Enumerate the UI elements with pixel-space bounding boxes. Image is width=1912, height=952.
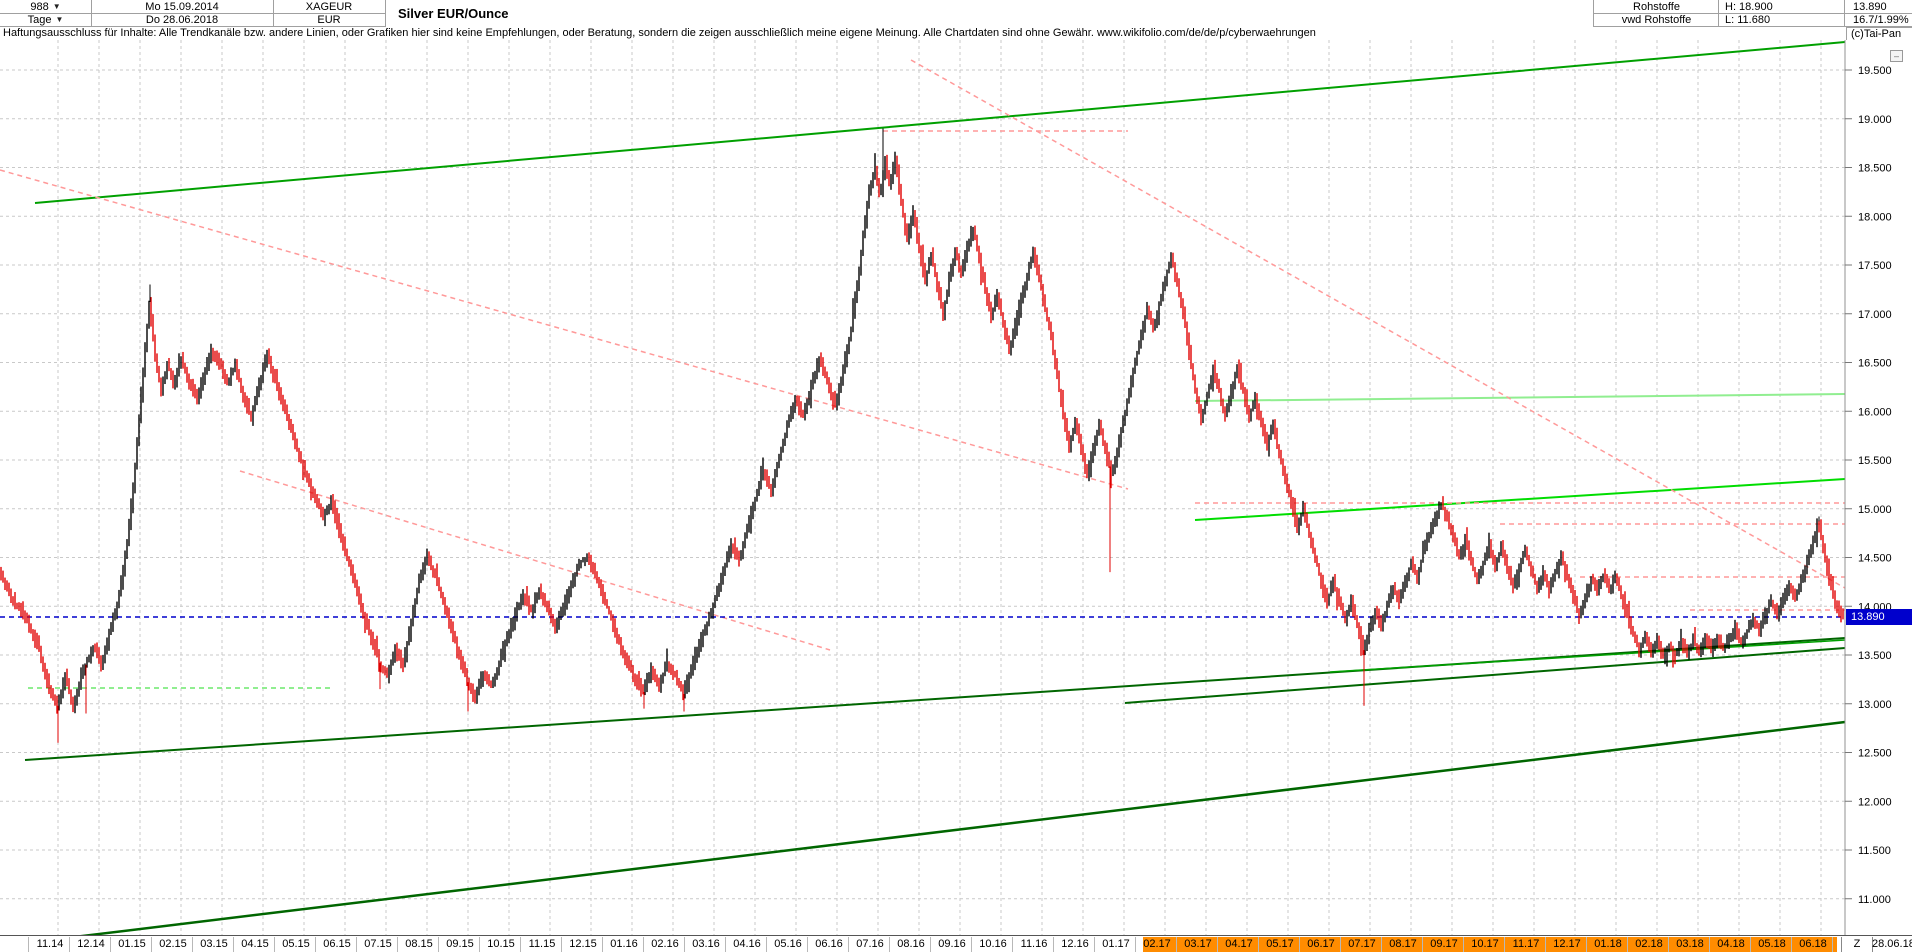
y-axis-label: 18.500 [1858, 163, 1892, 175]
month-label: 06.17 [1307, 938, 1335, 951]
y-axis-label: 14.500 [1858, 553, 1892, 565]
copyright-label: (c)Tai-Pan [1846, 27, 1912, 41]
taipan-chart-window: 988 ▼ Mo 15.09.2014 XAGEUR Silver EUR/Ou… [0, 0, 1912, 952]
month-label: 02.16 [651, 938, 679, 951]
y-axis-label: 17.500 [1858, 260, 1892, 272]
month-label: 05.16 [774, 938, 802, 951]
period-high: H: 18.900 [1718, 0, 1851, 14]
month-label: 12.17 [1553, 938, 1581, 951]
period-low: L: 11.680 [1718, 13, 1851, 27]
y-axis-label: 19.000 [1858, 114, 1892, 126]
bar-count-value: 988 [30, 1, 48, 13]
y-axis-label: 16.000 [1858, 406, 1892, 418]
month-label: 05.18 [1758, 938, 1786, 951]
y-axis-label: 11.000 [1858, 894, 1891, 906]
y-axis-label: 13.000 [1858, 699, 1892, 711]
current-price-tag: 13.890 [1846, 609, 1912, 625]
month-label: 08.15 [405, 938, 433, 951]
y-axis-label: 15.000 [1858, 504, 1892, 516]
month-label: 10.15 [487, 938, 515, 951]
month-label: 10.17 [1471, 938, 1499, 951]
month-label: 04.16 [733, 938, 761, 951]
period-value: Tage [28, 14, 52, 26]
y-axis-label: 12.000 [1858, 796, 1892, 808]
y-axis-label: 13.500 [1858, 650, 1892, 662]
month-label: 01.16 [610, 938, 638, 951]
month-label: 03.16 [692, 938, 720, 951]
pale-green-resistance [1195, 394, 1845, 401]
price-chart-plot[interactable]: 19.500 19.000 18.500 18.000 17.500 17.000 16.5… [0, 40, 1912, 935]
month-label: 11.17 [1513, 938, 1540, 951]
y-axis-label: 16.500 [1858, 358, 1892, 370]
symbol-code: XAGEUR [273, 0, 386, 14]
start-date[interactable]: Mo 15.09.2014 [91, 0, 274, 14]
end-date[interactable]: Do 28.06.2018 [91, 13, 274, 27]
month-label: 08.16 [897, 938, 925, 951]
month-label: 03.17 [1184, 938, 1212, 951]
change-info: 16.7/1.99% [1844, 13, 1912, 27]
disclaimer-text: Haftungsausschluss für Inhalte: Alle Tre… [3, 27, 1316, 40]
axis-end-date: 28.06.18 [1872, 937, 1912, 952]
month-label: 12.16 [1061, 938, 1089, 951]
minimize-icon[interactable]: – [1890, 50, 1903, 62]
green-fan-line-1 [1125, 648, 1845, 703]
red-diagonal-1 [0, 170, 1128, 489]
y-axis-label: 11.500 [1858, 845, 1891, 857]
month-label: 05.15 [282, 938, 310, 951]
month-label: 03.18 [1676, 938, 1704, 951]
zoom-button[interactable]: Z [1841, 937, 1873, 952]
month-label: 01.17 [1102, 938, 1130, 951]
month-label: 07.15 [364, 938, 392, 951]
month-label: 02.18 [1635, 938, 1663, 951]
bar-count-dropdown[interactable]: 988 ▼ [0, 0, 92, 14]
month-label: 02.15 [159, 938, 187, 951]
month-label: 08.17 [1389, 938, 1417, 951]
month-label: 11.14 [37, 938, 64, 951]
month-label: 12.15 [569, 938, 597, 951]
month-label: 01.18 [1594, 938, 1622, 951]
month-label: 07.16 [856, 938, 884, 951]
y-axis-label: 12.500 [1858, 748, 1892, 760]
month-label: 09.15 [446, 938, 474, 951]
feed-source: vwd Rohstoffe [1593, 13, 1719, 27]
dark-green-support-lower [0, 722, 1845, 935]
month-label: 04.15 [241, 938, 269, 951]
y-axis-label: 19.500 [1858, 65, 1892, 77]
time-axis[interactable]: 11.14 12.14 01.15 02.15 03.15 04.15 05.15 06.15… [0, 935, 1912, 952]
month-label: 11.15 [529, 938, 556, 951]
month-label: 04.17 [1225, 938, 1253, 951]
month-label: 06.16 [815, 938, 843, 951]
feed-name: Rohstoffe [1593, 0, 1719, 14]
month-label: 09.17 [1430, 938, 1458, 951]
month-label: 06.18 [1799, 938, 1827, 951]
month-label: 02.17 [1143, 938, 1171, 951]
month-label: 10.16 [979, 938, 1007, 951]
month-label: 05.17 [1266, 938, 1294, 951]
y-axis-label: 15.500 [1858, 455, 1892, 467]
currency-code: EUR [273, 13, 386, 27]
month-label: 01.15 [118, 938, 146, 951]
y-axis-label: 18.000 [1858, 211, 1892, 223]
month-label: 12.14 [77, 938, 105, 951]
month-label: 03.15 [200, 938, 228, 951]
month-label: 07.17 [1348, 938, 1376, 951]
month-label: 11.16 [1021, 938, 1048, 951]
month-label: 06.15 [323, 938, 351, 951]
month-label: 04.18 [1717, 938, 1745, 951]
chevron-down-icon: ▼ [53, 2, 61, 11]
y-axis-label: 17.000 [1858, 309, 1892, 321]
period-dropdown[interactable]: Tage ▼ [0, 13, 92, 27]
last-price: 13.890 [1844, 0, 1912, 14]
chart-title: Silver EUR/Ounce [398, 0, 509, 26]
upper-green-channel [35, 42, 1845, 203]
chevron-down-icon: ▼ [55, 15, 63, 24]
month-label: 09.16 [938, 938, 966, 951]
